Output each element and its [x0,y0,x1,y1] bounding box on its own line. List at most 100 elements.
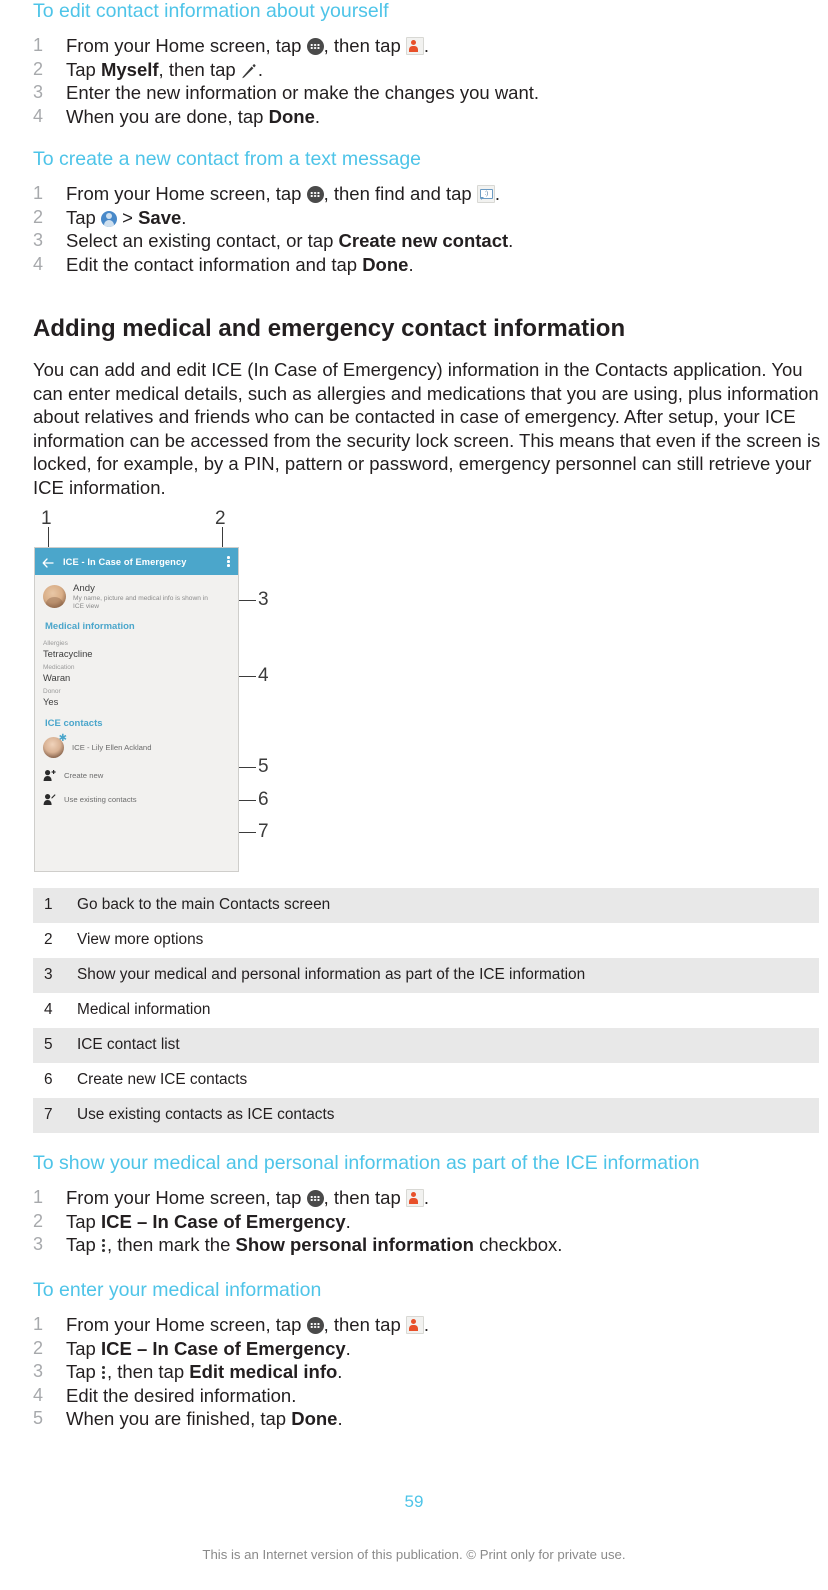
step-text-post: checkbox. [473,1234,563,1255]
table-row: 4 Medical information [33,993,819,1028]
step-text-pre: From your Home screen, tap [66,183,307,204]
table-row: 1 Go back to the main Contacts screen [33,888,819,923]
row-number: 6 [44,1071,53,1088]
step-text-mid: , then tap [106,1361,190,1382]
step-text-post: . [423,1187,430,1208]
callout-1: 1 [41,508,52,529]
step-text-post: . [408,253,414,275]
contacts-app-icon [405,37,424,55]
step-text-mid: , then find and tap [323,183,477,204]
step-number: 3 [33,1234,44,1254]
contacts-app-icon [405,1316,424,1334]
person-add-icon [43,769,56,782]
section-heading: To edit contact information about yourse… [33,0,389,22]
field-label-donor: Donor [43,687,61,695]
step-text-mid: , then mark the [106,1234,236,1255]
callout-3: 3 [258,589,269,610]
footer-note: This is an Internet version of this publ… [202,1547,626,1562]
row-description: View more options [77,931,204,948]
step-number: 3 [33,1361,44,1381]
step-text-post: . [508,230,514,251]
step-text-post: . [337,1361,343,1382]
row-description: ICE contact list [77,1036,180,1053]
create-new-label: Create new [64,770,104,780]
ice-screen-illustration: 1 2 3 4 5 6 7 ICE - In Case of Emergency [33,508,323,873]
section-create-contact-from-sms: To create a new contact from a text mess… [33,148,823,276]
section-heading: To show your medical and personal inform… [33,1152,700,1174]
field-value-allergies: Tetracycline [43,647,93,659]
step-text-bold: Done [291,1408,338,1429]
procedure-list: 1 From your Home screen, tap , then tap .… [33,34,823,128]
step-text-post: . [423,35,430,56]
step-text-pre: When you are done, tap [66,105,269,127]
step-number: 1 [33,1314,44,1334]
step-number: 1 [33,1187,44,1207]
step-text-post: . [257,58,263,80]
back-arrow-icon[interactable] [42,556,54,568]
use-existing-row[interactable]: Use existing contacts [35,782,238,806]
field-label-medication: Medication [43,663,75,671]
step-text-pre: From your Home screen, tap [66,1314,307,1335]
create-new-row[interactable]: Create new [35,758,238,782]
step-text-bold: Save [138,206,182,228]
star-icon: ✱ [58,732,67,744]
page-title: Adding medical and emergency contact inf… [33,315,626,342]
list-item: 5 When you are finished, tap Done. [33,1407,823,1431]
list-item: 3 Select an existing contact, or tap Crea… [33,229,823,253]
person-edit-icon [43,793,56,806]
row-number: 1 [44,896,53,913]
step-text-post: . [345,1337,351,1359]
list-item: 4 Edit the desired information. [33,1384,823,1408]
step-text-pre: Select an existing contact, or tap [66,230,339,251]
step-text-bold: Create new contact [338,230,509,251]
owner-subtitle: My name, picture and medical info is sho… [73,595,208,611]
step-number: 2 [33,1337,44,1358]
step-text-mid: > [116,206,139,228]
list-item: 2 Tap > Save. [33,206,823,230]
step-text-pre: Tap [66,206,101,228]
step-number: 2 [33,1210,44,1231]
callout-7: 7 [258,821,269,842]
step-text-post: . [181,206,187,228]
ice-contact-row[interactable]: ✱ ICE - Lily Ellen Ackland [35,732,238,758]
step-text-bold: Edit medical info [189,1361,338,1382]
step-number: 4 [33,105,44,126]
procedure-list: 1 From your Home screen, tap , then tap .… [33,1313,823,1431]
app-drawer-icon [306,1190,324,1207]
manual-page: To edit contact information about yourse… [0,0,828,1590]
step-text-bold: ICE – In Case of Emergency [100,1210,346,1232]
step-text-pre: Tap [66,1210,101,1232]
avatar [43,585,66,608]
step-text-pre: From your Home screen, tap [66,1187,307,1208]
list-item: 4 Edit the contact information and tap Do… [33,253,823,277]
step-text-mid: , then tap [323,1187,406,1208]
app-drawer-icon [306,1317,324,1334]
list-item: 1 From your Home screen, tap , then tap . [33,1313,823,1337]
owner-contact-row[interactable]: Andy My name, picture and medical info i… [35,581,238,612]
row-number: 4 [44,1001,53,1018]
step-text-bold: ICE – In Case of Emergency [100,1337,346,1359]
step-text-bold: Done [268,105,315,127]
use-existing-label: Use existing contacts [64,794,137,804]
row-number: 3 [44,966,53,983]
row-description: Go back to the main Contacts screen [77,896,331,913]
section-heading: To create a new contact from a text mess… [33,148,422,170]
app-bar-title: ICE - In Case of Emergency [63,556,187,567]
section-edit-contact-info: To edit contact information about yourse… [33,0,823,128]
contact-avatar-icon [100,210,117,227]
owner-name: Andy [73,583,95,594]
list-item: 3 Tap , then tap Edit medical info. [33,1360,823,1384]
overflow-menu-icon[interactable] [227,555,231,568]
medical-information-label: Medical information [45,620,135,632]
table-row: 2 View more options [33,923,819,958]
list-item: 2 Tap ICE – In Case of Emergency. [33,1210,823,1234]
step-number: 4 [33,253,44,274]
list-item: 2 Tap Myself, then tap . [33,58,823,82]
step-text-pre: Tap [66,1361,101,1382]
row-number: 2 [44,931,53,948]
table-row: 5 ICE contact list [33,1028,819,1063]
contacts-app-icon [405,1189,424,1207]
row-description: Create new ICE contacts [77,1071,248,1088]
callout-5: 5 [258,756,269,777]
step-text-post: . [494,183,500,204]
